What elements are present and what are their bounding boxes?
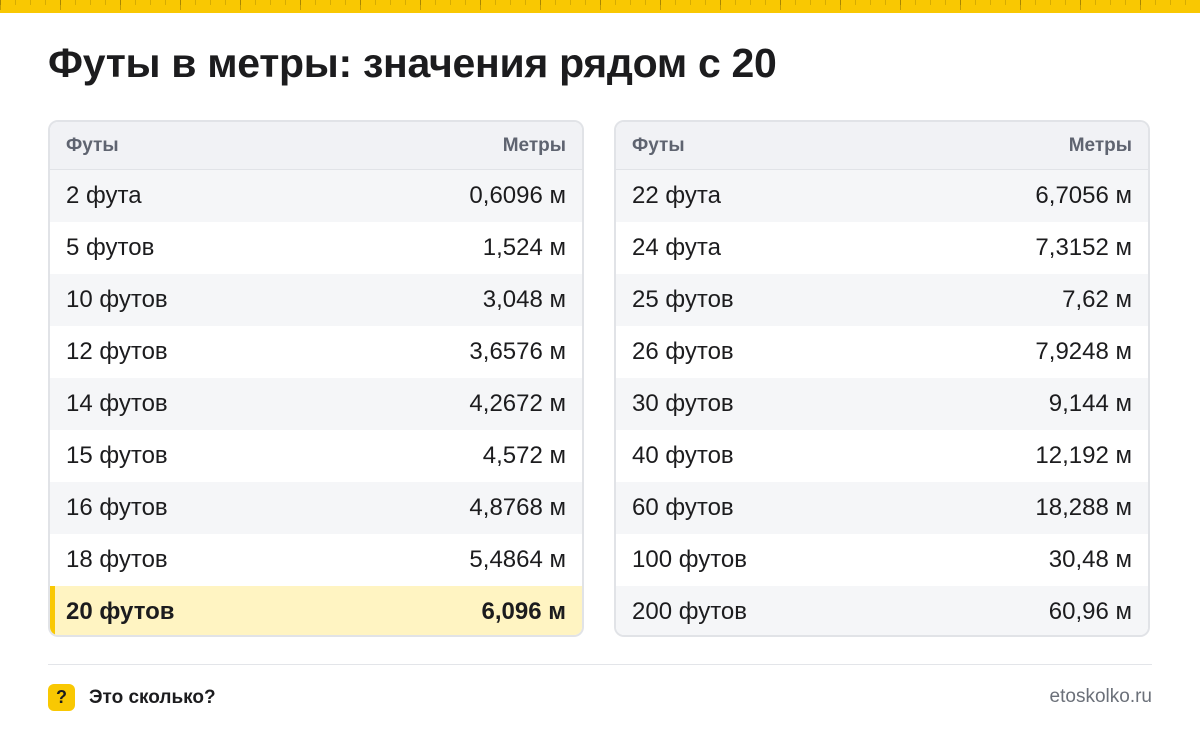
footer-brand: ? Это сколько? — [48, 684, 216, 711]
feet-cell: 25 футов — [632, 286, 734, 313]
meters-cell: 1,524 м — [482, 234, 566, 261]
feet-cell: 15 футов — [66, 442, 168, 469]
brand-name: Это сколько? — [89, 686, 216, 708]
table-row: 2 фута 0,6096 м — [50, 170, 582, 222]
header-feet: Футы — [632, 134, 685, 156]
feet-cell: 10 футов — [66, 286, 168, 313]
feet-cell: 20 футов — [66, 598, 175, 625]
conversion-table-right: Футы Метры 22 фута 6,7056 м 24 фута 7,3152… — [614, 120, 1150, 637]
table-row: 18 футов 5,4864 м — [50, 534, 582, 586]
feet-cell: 18 футов — [66, 546, 168, 573]
feet-cell: 5 футов — [66, 234, 155, 261]
meters-cell: 3,6576 м — [469, 338, 566, 365]
table-row: 60 футов 18,288 м — [616, 482, 1148, 534]
question-mark-icon: ? — [48, 684, 75, 711]
table-row: 26 футов 7,9248 м — [616, 326, 1148, 378]
meters-cell: 6,7056 м — [1035, 182, 1132, 209]
header-meters: Метры — [502, 134, 566, 156]
table-row: 24 фута 7,3152 м — [616, 222, 1148, 274]
table-row: 5 футов 1,524 м — [50, 222, 582, 274]
table-row: 100 футов 30,48 м — [616, 534, 1148, 586]
table-row: 16 футов 4,8768 м — [50, 482, 582, 534]
meters-cell: 7,62 м — [1062, 286, 1132, 313]
footer-divider — [48, 664, 1152, 665]
feet-cell: 40 футов — [632, 442, 734, 469]
meters-cell: 12,192 м — [1035, 442, 1132, 469]
table-row: 30 футов 9,144 м — [616, 378, 1148, 430]
feet-cell: 14 футов — [66, 390, 168, 417]
feet-cell: 24 фута — [632, 234, 721, 261]
meters-cell: 5,4864 м — [469, 546, 566, 573]
meters-cell: 4,2672 м — [469, 390, 566, 417]
feet-cell: 60 футов — [632, 494, 734, 521]
table-row: 200 футов 60,96 м — [616, 586, 1148, 635]
meters-cell: 60,96 м — [1048, 598, 1132, 625]
meters-cell: 3,048 м — [482, 286, 566, 313]
highlighted-row: 20 футов 6,096 м — [50, 586, 582, 635]
feet-cell: 12 футов — [66, 338, 168, 365]
feet-cell: 16 футов — [66, 494, 168, 521]
feet-cell: 100 футов — [632, 546, 748, 573]
meters-cell: 4,572 м — [482, 442, 566, 469]
table-row: 14 футов 4,2672 м — [50, 378, 582, 430]
table-row: 22 фута 6,7056 м — [616, 170, 1148, 222]
ruler-strip — [0, 0, 1200, 13]
site-url: etoskolko.ru — [1049, 686, 1152, 707]
feet-cell: 22 фута — [632, 182, 721, 209]
feet-cell: 200 футов — [632, 598, 748, 625]
page-title: Футы в метры: значения рядом с 20 — [48, 40, 777, 86]
feet-cell: 2 фута — [66, 182, 142, 209]
meters-cell: 30,48 м — [1048, 546, 1132, 573]
table-row: 25 футов 7,62 м — [616, 274, 1148, 326]
meters-cell: 4,8768 м — [469, 494, 566, 521]
meters-cell: 7,3152 м — [1035, 234, 1132, 261]
table-row: 40 футов 12,192 м — [616, 430, 1148, 482]
feet-cell: 26 футов — [632, 338, 734, 365]
table-header: Футы Метры — [50, 122, 582, 170]
table-row: 15 футов 4,572 м — [50, 430, 582, 482]
table-header: Футы Метры — [616, 122, 1148, 170]
meters-cell: 9,144 м — [1048, 390, 1132, 417]
header-feet: Футы — [66, 134, 119, 156]
header-meters: Метры — [1068, 134, 1132, 156]
meters-cell: 7,9248 м — [1035, 338, 1132, 365]
feet-cell: 30 футов — [632, 390, 734, 417]
table-row: 12 футов 3,6576 м — [50, 326, 582, 378]
meters-cell: 6,096 м — [481, 598, 566, 625]
conversion-table-left: Футы Метры 2 фута 0,6096 м 5 футов 1,524 м… — [48, 120, 584, 637]
meters-cell: 18,288 м — [1035, 494, 1132, 521]
meters-cell: 0,6096 м — [469, 182, 566, 209]
table-row: 10 футов 3,048 м — [50, 274, 582, 326]
